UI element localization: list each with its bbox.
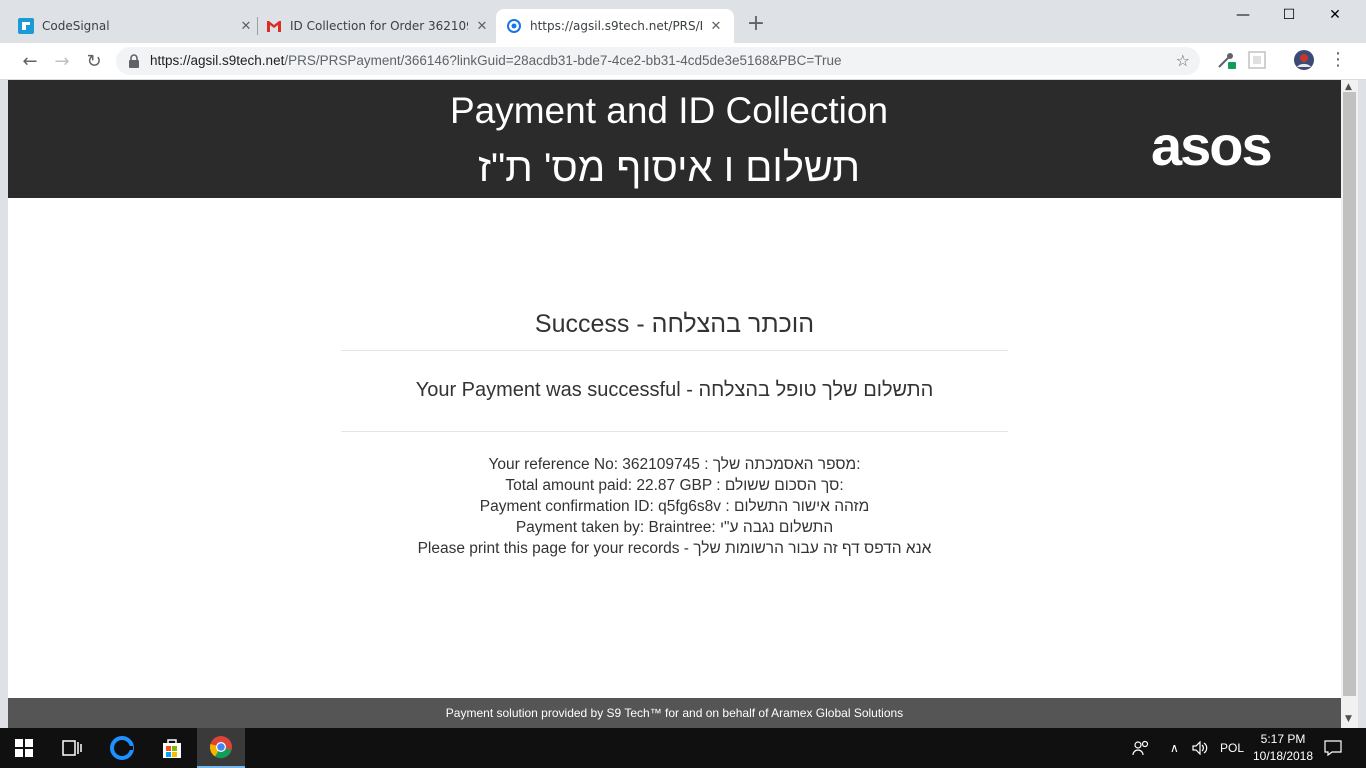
web-page: Payment and ID Collection תשלום ו איסוף … [8,80,1341,728]
bookmark-star-icon[interactable]: ☆ [1176,51,1190,70]
page-title-hebrew: תשלום ו איסוף מס' ת"ז [478,146,860,190]
notifications-icon[interactable] [1324,728,1342,768]
tab-title: CodeSignal [42,19,110,33]
url-text: https://agsil.s9tech.net/PRS/PRSPayment/… [150,53,841,68]
store-icon[interactable] [148,728,196,768]
back-icon[interactable]: ← [18,49,42,73]
payment-message: Your Payment was successful - התשלום שלך… [415,379,934,401]
scroll-down-icon[interactable]: ▼ [1345,714,1352,724]
input-language[interactable]: POL [1220,728,1244,768]
tab-separator [257,17,258,35]
asos-logo: asos [1151,114,1273,177]
loading-icon [506,18,522,34]
reference-number: Your reference No: 362109745 : מספר האסמ… [488,456,861,473]
profile-avatar-icon[interactable] [1294,50,1314,70]
codesignal-icon [18,18,34,34]
extension-eyedropper-icon[interactable] [1216,50,1236,70]
gmail-icon [266,18,282,34]
close-tab-icon[interactable]: ✕ [238,18,254,34]
payment-result: Success - הוכתר בהצלחה Your Payment was … [341,280,1008,559]
clock-date: 10/18/2018 [1252,749,1314,763]
forward-icon[interactable]: → [50,49,74,73]
chrome-taskbar-icon[interactable] [197,728,245,768]
browser-toolbar: ← → ↻ https://agsil.s9tech.net/PRS/PRSPa… [0,43,1366,80]
url-host: https://agsil.s9tech.net [150,53,285,68]
payment-provider: Payment taken by: Braintree: התשלום נגבה… [515,519,834,536]
people-icon[interactable] [1132,728,1150,768]
address-bar[interactable]: https://agsil.s9tech.net/PRS/PRSPayment/… [116,47,1200,75]
divider [341,350,1008,351]
payment-details: Your reference No: 362109745 : מספר האסמ… [341,432,1008,559]
window-border-right [1358,80,1366,728]
window-border-left [0,80,8,728]
tab-strip: CodeSignal ✕ ID Collection for Order 362… [0,0,1366,43]
success-heading: Success - הוכתר בהצלחה [534,310,815,338]
minimize-icon[interactable]: — [1220,0,1266,30]
extension-grid-icon[interactable] [1248,51,1268,71]
new-tab-icon[interactable]: + [745,13,767,36]
reload-icon[interactable]: ↻ [82,49,106,73]
page-scrollbar[interactable]: ▲ ▼ [1341,80,1358,728]
close-tab-icon[interactable]: ✕ [708,18,724,34]
close-tab-icon[interactable]: ✕ [474,18,490,34]
clock-time: 5:17 PM [1260,732,1306,746]
tab-codesignal[interactable]: CodeSignal ✕ [18,9,254,43]
system-clock[interactable]: 5:17 PM 10/18/2018 [1248,731,1318,765]
url-path: /PRS/PRSPayment/366146?linkGuid=28acdb31… [284,53,842,68]
windows-taskbar: ∧ POL 5:17 PM 10/18/2018 [0,728,1366,768]
tab-title: https://agsil.s9tech.net/PRS/PRSP [530,19,702,33]
tab-active-payment[interactable]: https://agsil.s9tech.net/PRS/PRSP ✕ [496,9,734,43]
task-view-icon[interactable] [48,728,96,768]
tab-title: ID Collection for Order 36210974 [290,19,468,33]
lock-icon [128,53,140,72]
tab-gmail[interactable]: ID Collection for Order 36210974 ✕ [266,9,490,43]
page-title-english: Payment and ID Collection [449,90,889,131]
maximize-icon[interactable]: ☐ [1266,0,1312,30]
page-footer: Payment solution provided by S9 Tech™ fo… [8,698,1341,728]
volume-icon[interactable] [1192,728,1208,768]
page-header: Payment and ID Collection תשלום ו איסוף … [8,80,1341,198]
scroll-thumb[interactable] [1343,92,1356,696]
print-notice: Please print this page for your records … [417,540,932,557]
windows-start-icon[interactable] [0,728,48,768]
menu-dots-icon[interactable]: ⋮ [1328,51,1348,71]
edge-browser-icon[interactable] [98,728,146,768]
close-window-icon[interactable]: ✕ [1312,0,1358,30]
confirmation-id: Payment confirmation ID: q5fg6s8v : מזהה… [479,498,870,515]
tray-chevron-up-icon[interactable]: ∧ [1170,728,1179,768]
total-amount: Total amount paid: 22.87 GBP : סך הסכום … [505,477,844,494]
scroll-up-icon[interactable]: ▲ [1345,82,1352,92]
